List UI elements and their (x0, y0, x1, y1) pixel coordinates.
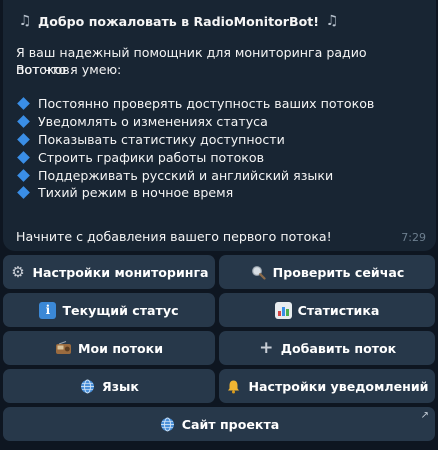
feature-item: Постоянно проверять доступность ваших по… (16, 95, 424, 113)
add-stream-button[interactable]: + Добавить поток (219, 331, 435, 365)
music-notes-icon: ♫ (18, 13, 32, 29)
globe-icon (79, 378, 96, 395)
button-label: Сайт проекта (181, 416, 280, 432)
button-label: Настройки мониторинга (32, 264, 209, 280)
button-label: Мои потоки (77, 340, 164, 356)
message-title: Добро пожаловать в RadioMonitorBot! (38, 13, 319, 29)
bell-icon (225, 378, 242, 395)
feature-item: Строить графики работы потоков (16, 148, 424, 166)
message-intro: Я ваш надежный помощник для мониторинга … (16, 44, 424, 78)
feature-text: Строить графики работы потоков (38, 149, 265, 165)
gear-icon: ⚙ (11, 262, 25, 281)
button-label: Статистика (297, 302, 380, 318)
language-button[interactable]: Язык (3, 369, 215, 403)
button-label: Текущий статус (62, 302, 179, 318)
notification-settings-button[interactable]: Настройки уведомлений (219, 369, 435, 403)
bar-chart-icon (274, 301, 292, 319)
music-notes-icon: ♫ (325, 13, 339, 29)
feature-text: Постоянно проверять доступность ваших по… (38, 96, 375, 112)
blue-diamond-icon (17, 115, 30, 129)
message-title-line: ♫ Добро пожаловать в RadioMonitorBot! ♫ (16, 12, 424, 30)
button-label: Язык (102, 378, 139, 394)
feature-item: Уведомлять о изменениях статуса (16, 113, 424, 131)
feature-item: Поддерживать русский и английский языки (16, 166, 424, 184)
message-time: 7:29 (401, 231, 426, 244)
button-label: Добавить поток (280, 340, 397, 356)
message-closing: Начните с добавления вашего первого пото… (16, 229, 332, 244)
blue-diamond-icon (17, 168, 30, 182)
statistics-button[interactable]: Статистика (219, 293, 435, 327)
button-label: Настройки уведомлений (248, 378, 429, 394)
monitoring-settings-button[interactable]: ⚙ Настройки мониторинга (3, 255, 215, 289)
blue-diamond-icon (17, 133, 30, 146)
plus-icon: + (259, 337, 274, 358)
button-label: Проверить сейчас (272, 264, 405, 280)
radio-icon (55, 340, 72, 357)
feature-text: Поддерживать русский и английский языки (38, 167, 334, 183)
feature-text: Уведомлять о изменениях статуса (38, 114, 268, 130)
feature-item: Тихий режим в ночное время (16, 184, 424, 202)
globe-icon (159, 416, 176, 433)
my-streams-button[interactable]: Мои потоки (3, 331, 215, 365)
info-icon: i (39, 301, 57, 319)
arrow-up-right-icon: ↗ (420, 410, 429, 421)
intro-line: Вот что я умею: (16, 62, 122, 77)
project-site-button[interactable]: Сайт проекта ↗ (3, 407, 435, 441)
current-status-button[interactable]: i Текущий статус (3, 293, 215, 327)
check-now-button[interactable]: Проверить сейчас (219, 255, 435, 289)
feature-list: Постоянно проверять доступность ваших по… (16, 95, 424, 202)
blue-diamond-icon (17, 150, 30, 164)
feature-text: Тихий режим в ночное время (38, 185, 234, 201)
feature-item: Показывать статистику доступности (16, 131, 424, 149)
intro-line: Я ваш надежный помощник для мониторинга … (16, 45, 367, 77)
message-bubble: ♫ Добро пожаловать в RadioMonitorBot! ♫ … (3, 0, 436, 251)
magnifier-icon (250, 264, 267, 281)
blue-diamond-icon (17, 97, 30, 111)
feature-text: Показывать статистику доступности (38, 131, 285, 147)
blue-diamond-icon (17, 186, 30, 200)
